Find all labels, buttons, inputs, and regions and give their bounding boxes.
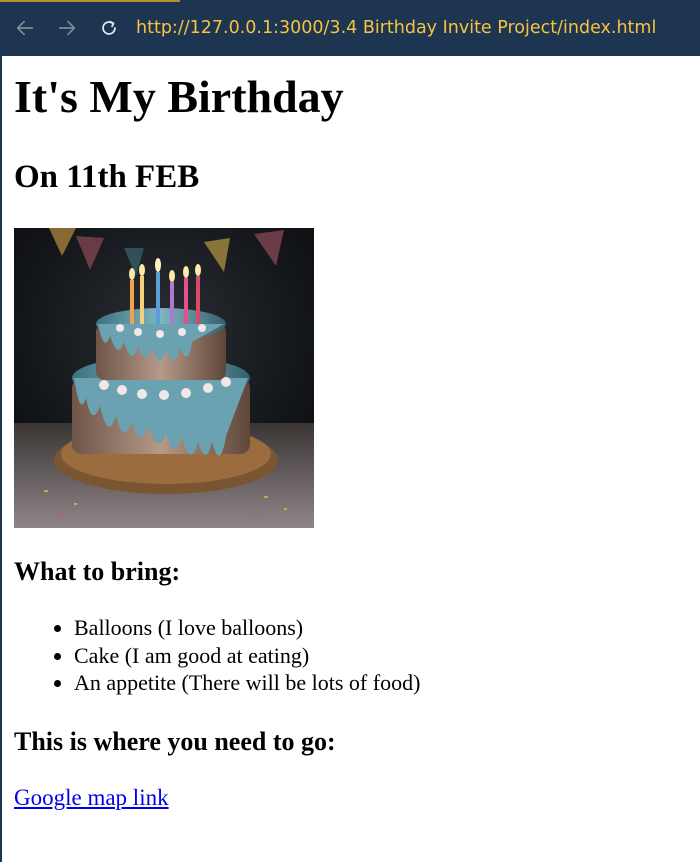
forward-arrow-icon xyxy=(58,20,76,36)
date-heading: On 11th FEB xyxy=(14,159,200,195)
birthday-cake-image xyxy=(14,228,314,528)
browser-toolbar: http://127.0.0.1:3000/3.4 Birthday Invit… xyxy=(0,0,700,56)
bring-heading: What to bring: xyxy=(14,557,181,586)
list-item: An appetite (There will be lots of food) xyxy=(74,669,420,697)
location-heading: This is where you need to go: xyxy=(14,727,336,756)
page-title: It's My Birthday xyxy=(14,71,344,122)
window-edge xyxy=(0,56,2,862)
refresh-icon xyxy=(102,20,116,35)
list-item: Balloons (I love balloons) xyxy=(74,614,420,642)
bring-list: Balloons (I love balloons) Cake (I am go… xyxy=(14,614,420,697)
google-map-link[interactable]: Google map link xyxy=(14,784,169,812)
tab-accent xyxy=(0,0,180,2)
list-item: Cake (I am good at eating) xyxy=(74,642,420,670)
back-arrow-icon xyxy=(16,20,34,36)
refresh-button[interactable] xyxy=(92,11,126,45)
back-button[interactable] xyxy=(8,11,42,45)
address-bar[interactable]: http://127.0.0.1:3000/3.4 Birthday Invit… xyxy=(136,18,656,38)
forward-button[interactable] xyxy=(50,11,84,45)
